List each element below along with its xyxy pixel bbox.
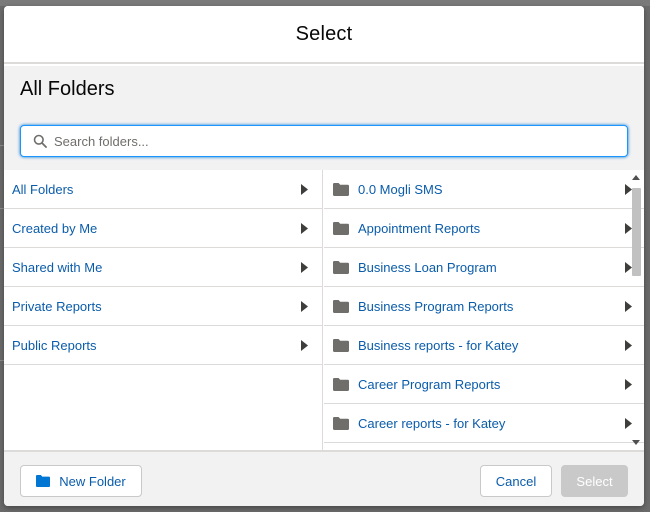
folder-icon [333, 221, 349, 235]
folder-list-scrollbar[interactable] [630, 174, 642, 446]
folder-item[interactable]: Career Program Reports [324, 365, 644, 404]
category-item-private-reports[interactable]: Private Reports [4, 287, 322, 326]
folder-browser: All Folders Created by Me Shared with Me… [4, 170, 644, 450]
folder-icon [333, 182, 349, 196]
folder-item[interactable]: Business Loan Program [324, 248, 644, 287]
chevron-right-icon [301, 184, 308, 195]
folder-item[interactable]: Business Program Reports [324, 287, 644, 326]
folder-item[interactable]: 0.0 Mogli SMS [324, 170, 644, 209]
category-label: All Folders [12, 181, 74, 197]
section-title: All Folders [20, 78, 115, 100]
chevron-right-icon [301, 262, 308, 273]
category-label: Public Reports [12, 337, 97, 353]
folder-icon [333, 299, 349, 313]
chevron-right-icon [301, 223, 308, 234]
folder-icon [333, 377, 349, 391]
category-item-public-reports[interactable]: Public Reports [4, 326, 322, 365]
dialog-title: Select [295, 22, 353, 45]
search-box[interactable] [20, 125, 628, 157]
folder-label: Business Program Reports [358, 298, 514, 314]
category-item-all-folders[interactable]: All Folders [4, 170, 322, 209]
cancel-label: Cancel [495, 473, 537, 489]
folder-label: Business reports - for Katey [358, 337, 519, 353]
category-label: Private Reports [12, 298, 102, 314]
scroll-down-icon[interactable] [632, 438, 640, 446]
select-folder-dialog: Select All Folders All Folders Created [4, 6, 644, 506]
folder-label: Appointment Reports [358, 220, 481, 236]
folder-icon [333, 416, 349, 430]
search-icon [33, 134, 47, 148]
cancel-button[interactable]: Cancel [480, 465, 552, 497]
chevron-right-icon [301, 301, 308, 312]
category-item-shared-with-me[interactable]: Shared with Me [4, 248, 322, 287]
folder-icon [36, 475, 51, 487]
chevron-right-icon [301, 340, 308, 351]
folder-label: 0.0 Mogli SMS [358, 181, 443, 197]
scroll-thumb[interactable] [632, 188, 641, 276]
search-input[interactable] [54, 127, 614, 155]
folder-label: Business Loan Program [358, 259, 497, 275]
select-button[interactable]: Select [561, 465, 628, 497]
folder-icon [333, 260, 349, 274]
new-folder-button[interactable]: New Folder [20, 465, 142, 497]
scroll-up-icon[interactable] [632, 174, 640, 182]
folder-label: Career reports - for Katey [358, 415, 506, 431]
category-item-created-by-me[interactable]: Created by Me [4, 209, 322, 248]
dialog-footer: New Folder Cancel Select [4, 450, 644, 506]
folder-icon [333, 338, 349, 352]
new-folder-label: New Folder [59, 473, 126, 489]
folder-label: Career Program Reports [358, 376, 501, 392]
dialog-header: Select [4, 6, 644, 64]
folder-item[interactable]: Career reports - for Katey [324, 404, 644, 443]
category-label: Shared with Me [12, 259, 103, 275]
folder-item[interactable]: Appointment Reports [324, 209, 644, 248]
folder-item[interactable]: Business reports - for Katey [324, 326, 644, 365]
category-label: Created by Me [12, 220, 98, 236]
folder-section-header: All Folders [4, 66, 644, 170]
select-label: Select [576, 473, 613, 489]
folder-category-list: All Folders Created by Me Shared with Me… [4, 170, 323, 450]
folder-list: 0.0 Mogli SMS Appointment Reports Busine [324, 170, 644, 450]
